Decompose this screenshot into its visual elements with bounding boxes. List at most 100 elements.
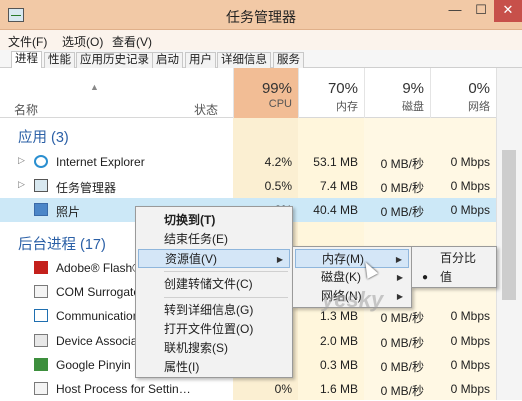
disk-value: 0 MB/秒 <box>380 157 424 171</box>
menu-view[interactable]: 查看(V) <box>112 33 152 50</box>
device-icon <box>34 334 48 347</box>
menu-end-task[interactable]: 结束任务(E) <box>138 230 290 249</box>
cpu-value: 4.2% <box>264 155 292 169</box>
close-button[interactable]: ✕ <box>494 0 522 22</box>
cpu-value: 0% <box>274 382 292 396</box>
network-value: 0 Mbps <box>450 203 490 217</box>
process-name: Device Associat <box>56 334 141 348</box>
photos-icon <box>34 203 48 216</box>
watermark: yesky <box>322 287 384 312</box>
vertical-scrollbar[interactable] <box>496 68 522 400</box>
menu-properties[interactable]: 属性(I) <box>138 358 290 377</box>
process-name: Host Process for Settin… <box>56 382 191 396</box>
network-value: 0 Mbps <box>450 358 490 372</box>
host-icon <box>34 382 48 395</box>
option-percent[interactable]: 百分比 <box>414 249 494 268</box>
column-cpu[interactable]: 99% CPU <box>233 68 298 118</box>
memory-label: 内存 <box>336 101 358 113</box>
column-header: ▲ 名称 状态 99% CPU 70% 内存 9% 磁盘 0% 网络 <box>0 68 522 118</box>
process-row[interactable]: ▷ 任务管理器 0.5% 7.4 MB 0 MB/秒 0 Mbps <box>0 174 496 198</box>
expand-icon[interactable]: ▷ <box>18 155 25 166</box>
process-row[interactable]: ▷ Internet Explorer 4.2% 53.1 MB 0 MB/秒 … <box>0 150 496 174</box>
network-label: 网络 <box>468 101 490 113</box>
column-disk[interactable]: 9% 磁盘 <box>364 68 430 118</box>
process-name: Google Pinyin N <box>56 358 143 372</box>
process-name: COM Surrogate <box>56 285 141 299</box>
maximize-button[interactable]: ☐ <box>468 0 494 22</box>
memory-value: 7.4 MB <box>319 179 358 193</box>
com-icon <box>34 285 48 298</box>
title-bar: 任务管理器 — ☐ ✕ <box>0 0 522 30</box>
mail-icon <box>34 309 48 322</box>
sort-up-icon: ▲ <box>90 82 99 92</box>
menu-open-file-location[interactable]: 打开文件位置(O) <box>138 320 290 339</box>
submenu-disk-label: 磁盘(K) <box>321 270 361 284</box>
network-value: 0 Mbps <box>450 309 490 323</box>
submenu-arrow-icon: ▶ <box>276 255 283 264</box>
menu-options[interactable]: 选项(O) <box>62 33 103 50</box>
disk-value: 0 MB/秒 <box>380 181 424 195</box>
scroll-thumb[interactable] <box>502 150 516 300</box>
ie-icon <box>34 155 48 168</box>
submenu-disk[interactable]: 磁盘(K) ▶ <box>295 268 409 287</box>
minimize-button[interactable]: — <box>442 0 468 22</box>
column-status[interactable]: 状态 <box>194 101 218 118</box>
menu-resource-values[interactable]: 资源值(V) ▶ <box>138 249 290 268</box>
process-row[interactable]: Host Process for Settin… 0% 1.6 MB 0 MB/… <box>0 377 496 401</box>
memory-value: 2.0 MB <box>319 334 358 348</box>
disk-percent: 9% <box>402 80 424 97</box>
disk-value: 0 MB/秒 <box>380 336 424 350</box>
tab-processes[interactable]: 进程 <box>11 51 42 69</box>
tab-details[interactable]: 详细信息 <box>217 52 271 69</box>
option-value-label: 值 <box>440 270 453 284</box>
menu-go-to-details[interactable]: 转到详细信息(G) <box>138 301 290 320</box>
network-value: 0 Mbps <box>450 382 490 396</box>
section-apps[interactable]: 应用 (3) <box>18 126 69 147</box>
memory-value: 1.6 MB <box>319 382 358 396</box>
menu-switch-to[interactable]: 切换到(T) <box>138 211 290 230</box>
menu-search-online[interactable]: 联机搜索(S) <box>138 339 290 358</box>
cpu-percent: 99% <box>261 80 292 97</box>
tab-users[interactable]: 用户 <box>185 52 216 69</box>
column-name[interactable]: 名称 <box>14 101 38 118</box>
tab-bar: 进程 性能 应用历史记录 启动 用户 详细信息 服务 <box>0 50 522 69</box>
tab-services[interactable]: 服务 <box>273 52 304 69</box>
tab-app-history[interactable]: 应用历史记录 <box>76 52 153 69</box>
submenu-arrow-icon: ▶ <box>395 255 402 264</box>
disk-value: 0 MB/秒 <box>380 384 424 398</box>
disk-value: 0 MB/秒 <box>380 360 424 374</box>
process-name: Adobe® Flash® <box>56 261 142 275</box>
network-value: 0 Mbps <box>450 334 490 348</box>
network-percent: 0% <box>468 80 490 97</box>
network-value: 0 Mbps <box>450 179 490 193</box>
process-name: 任务管理器 <box>56 181 117 195</box>
tab-performance[interactable]: 性能 <box>44 52 75 69</box>
submenu-memory-label: 内存(M) <box>322 252 364 266</box>
submenu-memory[interactable]: 内存(M) ▶ <box>295 249 409 268</box>
bullet-icon: ● <box>422 272 429 283</box>
option-value[interactable]: ● 值 <box>414 268 494 287</box>
memory-value: 0.3 MB <box>319 358 358 372</box>
pinyin-icon <box>34 358 48 371</box>
menu-file[interactable]: 文件(F) <box>8 33 47 50</box>
column-memory[interactable]: 70% 内存 <box>298 68 364 118</box>
submenu-arrow-icon: ▶ <box>396 292 403 301</box>
disk-label: 磁盘 <box>402 101 424 113</box>
cpu-label: CPU <box>268 98 292 110</box>
memory-value: 40.4 MB <box>313 203 358 217</box>
column-network[interactable]: 0% 网络 <box>430 68 496 118</box>
process-name: Internet Explorer <box>56 155 145 169</box>
submenu-arrow-icon: ▶ <box>396 273 403 282</box>
memory-value: 53.1 MB <box>313 155 358 169</box>
expand-icon[interactable]: ▷ <box>18 179 25 190</box>
task-manager-icon <box>34 179 48 192</box>
flash-icon <box>34 261 48 274</box>
memory-mode-submenu: 百分比 ● 值 <box>411 246 497 288</box>
menu-create-dump[interactable]: 创建转储文件(C) <box>138 275 290 294</box>
menu-separator <box>164 297 288 298</box>
memory-percent: 70% <box>327 80 358 97</box>
tab-startup[interactable]: 启动 <box>152 52 183 69</box>
section-background[interactable]: 后台进程 (17) <box>18 233 106 254</box>
context-menu: 切换到(T) 结束任务(E) 资源值(V) ▶ 创建转储文件(C) 转到详细信息… <box>135 206 293 378</box>
menu-resource-values-label: 资源值(V) <box>165 252 217 266</box>
